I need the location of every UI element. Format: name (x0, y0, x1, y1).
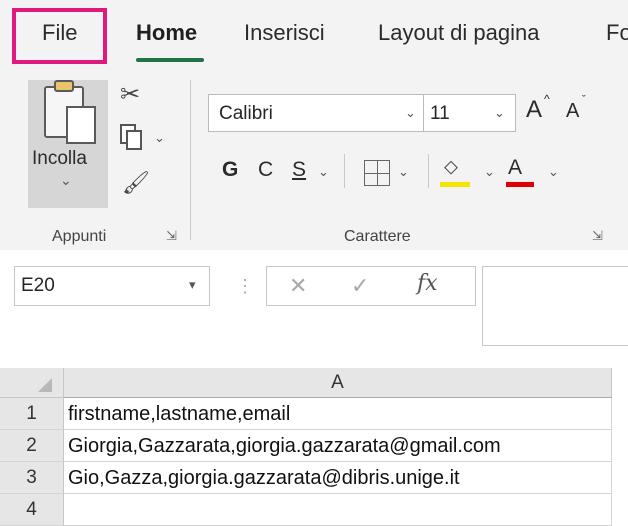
font-color-icon[interactable]: A (508, 156, 522, 180)
cell-a1[interactable]: firstname,lastname,email (64, 398, 612, 430)
font-name-field[interactable]: Calibri ⌄ (208, 94, 424, 132)
font-name-value: Calibri (219, 103, 273, 124)
copy-icon-back (126, 130, 142, 150)
name-box-value: E20 (21, 275, 55, 296)
font-group-label: Carattere (344, 228, 411, 245)
font-size-chevron-icon[interactable]: ⌄ (494, 105, 505, 121)
tab-formulas-partial[interactable]: Fo (606, 20, 628, 46)
shrink-font-caret-icon: ˇ (582, 94, 586, 106)
row-header[interactable]: 1 (0, 398, 64, 430)
copy-dropdown-chevron-icon[interactable]: ⌄ (154, 130, 165, 146)
ribbon-group-divider (190, 80, 191, 240)
select-all-corner[interactable] (0, 368, 64, 398)
paste-label: Incolla (32, 148, 87, 169)
fill-color-icon[interactable]: ⬦ (444, 156, 458, 179)
tab-insert[interactable]: Inserisci (244, 20, 325, 46)
bold-button[interactable]: G (222, 158, 238, 182)
row-header[interactable]: 3 (0, 462, 64, 494)
format-painter-icon[interactable]: 🖌 (122, 170, 150, 196)
shrink-font-icon[interactable]: A (566, 100, 579, 123)
font-size-value: 11 (430, 103, 450, 124)
file-tab-highlight (12, 8, 107, 64)
borders-chevron-icon[interactable]: ⌄ (398, 164, 409, 180)
cell-a3[interactable]: Gio,Gazza,giorgia.gazzarata@dibris.unige… (64, 462, 612, 494)
font-color-chevron-icon[interactable]: ⌄ (548, 164, 559, 180)
row-header[interactable]: 4 (0, 494, 64, 526)
grow-font-caret-icon: ^ (544, 92, 550, 106)
underline-chevron-icon[interactable]: ⌄ (318, 164, 329, 180)
font-divider-2 (428, 154, 429, 188)
tab-page-layout[interactable]: Layout di pagina (378, 20, 539, 46)
paste-dropdown-chevron-icon[interactable]: ⌄ (60, 172, 72, 189)
name-box[interactable]: E20 ▾ (14, 266, 210, 306)
paste-sheet-icon (66, 106, 96, 144)
font-divider (344, 154, 345, 188)
tab-home-underline (136, 58, 204, 62)
formula-buttons: ✕ ✓ fx (266, 266, 476, 306)
cell-a2[interactable]: Giorgia,Gazzarata,giorgia.gazzarata@gmai… (64, 430, 612, 462)
select-all-triangle-icon (38, 378, 52, 392)
borders-icon[interactable] (364, 160, 390, 186)
formula-input[interactable] (482, 266, 628, 346)
underline-button[interactable]: S (292, 158, 306, 182)
cut-scissors-icon[interactable]: ✂ (120, 80, 140, 109)
name-box-chevron-icon[interactable]: ▾ (189, 277, 196, 293)
formula-bar-grip-icon[interactable]: ⋮ (236, 276, 254, 297)
italic-button[interactable]: C (258, 158, 273, 182)
cell-a4[interactable] (64, 494, 612, 526)
enter-check-icon[interactable]: ✓ (351, 273, 369, 299)
font-size-field[interactable]: 11 ⌄ (424, 94, 516, 132)
column-header-a[interactable]: A (64, 368, 612, 398)
cancel-icon[interactable]: ✕ (289, 273, 307, 299)
fill-color-chevron-icon[interactable]: ⌄ (484, 164, 495, 180)
paste-clip-icon (54, 80, 74, 92)
row-header[interactable]: 2 (0, 430, 64, 462)
clipboard-launcher-icon[interactable]: ⇲ (166, 228, 177, 244)
font-name-chevron-icon[interactable]: ⌄ (405, 105, 416, 121)
fill-color-swatch (440, 182, 470, 187)
font-color-swatch (506, 182, 534, 187)
clipboard-group-label: Appunti (52, 228, 107, 245)
insert-function-icon[interactable]: fx (417, 271, 438, 296)
font-launcher-icon[interactable]: ⇲ (592, 228, 603, 244)
grow-font-icon[interactable]: A (526, 96, 542, 124)
tab-home[interactable]: Home (136, 20, 197, 46)
